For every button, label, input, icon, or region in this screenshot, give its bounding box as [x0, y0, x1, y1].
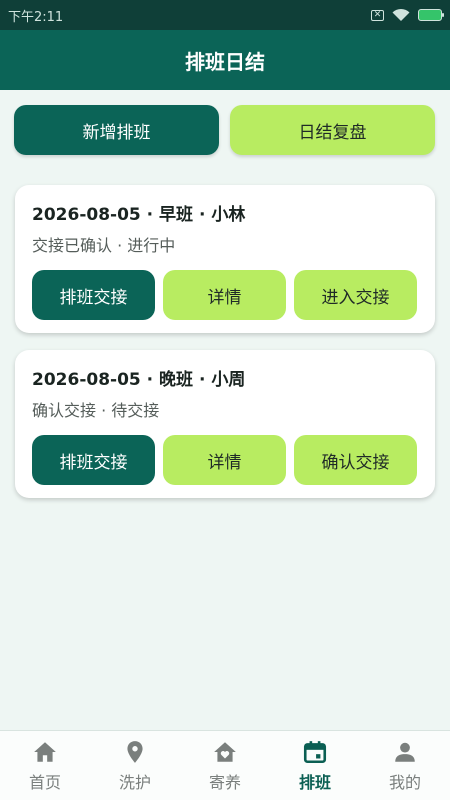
nav-label: 首页: [28, 772, 61, 792]
confirm-handover-button[interactable]: 确认交接: [294, 435, 417, 485]
nav-label: 我的: [388, 772, 421, 792]
enter-handover-button[interactable]: 进入交接: [294, 270, 417, 320]
shift-card-actions: 排班交接 详情 确认交接: [32, 435, 418, 485]
status-time: 下午2:11: [8, 9, 64, 25]
shift-card-actions: 排班交接 详情 进入交接: [32, 270, 418, 320]
detail-button[interactable]: 详情: [163, 435, 286, 485]
nav-item-mine[interactable]: 我的: [360, 731, 450, 800]
shift-card-status: 确认交接 · 待交接: [32, 401, 160, 420]
nav-item-grooming[interactable]: 洗护: [90, 731, 180, 800]
nav-item-home[interactable]: 首页: [0, 731, 90, 800]
status-bar: 下午2:11 ✕: [0, 0, 450, 30]
detail-button[interactable]: 详情: [163, 270, 286, 320]
nav-label: 寄养: [208, 772, 241, 792]
nav-item-schedule[interactable]: 排班: [270, 731, 360, 800]
bottom-nav: 首页 洗护 寄养 排班 我的: [0, 730, 450, 800]
status-icons: ✕: [371, 8, 444, 22]
shift-handover-button[interactable]: 排班交接: [32, 270, 155, 320]
nav-item-boarding[interactable]: 寄养: [180, 731, 270, 800]
wifi-icon: [392, 8, 410, 21]
shift-card: 2026-08-05 · 早班 · 小林 交接已确认 · 进行中 排班交接 详情…: [15, 185, 435, 333]
battery-charging-icon: [418, 9, 444, 21]
close-box-icon: ✕: [371, 9, 384, 21]
shift-card-title: 2026-08-05 · 晚班 · 小周: [32, 370, 246, 390]
nav-label: 排班: [298, 772, 331, 792]
shift-card-title: 2026-08-05 · 早班 · 小林: [32, 205, 246, 225]
daily-review-button[interactable]: 日结复盘: [230, 105, 435, 155]
shift-card-status: 交接已确认 · 进行中: [32, 236, 176, 255]
shift-handover-button[interactable]: 排班交接: [32, 435, 155, 485]
nav-label: 洗护: [118, 772, 151, 792]
top-actions: 新增排班 日结复盘: [14, 105, 435, 155]
app-bar: 排班日结: [0, 30, 450, 90]
house-heart-icon: [214, 741, 236, 762]
location-pin-icon: [127, 740, 143, 763]
home-icon: [34, 741, 56, 762]
calendar-icon: [303, 740, 327, 763]
person-icon: [395, 742, 415, 762]
shift-card: 2026-08-05 · 晚班 · 小周 确认交接 · 待交接 排班交接 详情 …: [15, 350, 435, 498]
add-shift-button[interactable]: 新增排班: [14, 105, 219, 155]
page-title: 排班日结: [185, 49, 265, 74]
